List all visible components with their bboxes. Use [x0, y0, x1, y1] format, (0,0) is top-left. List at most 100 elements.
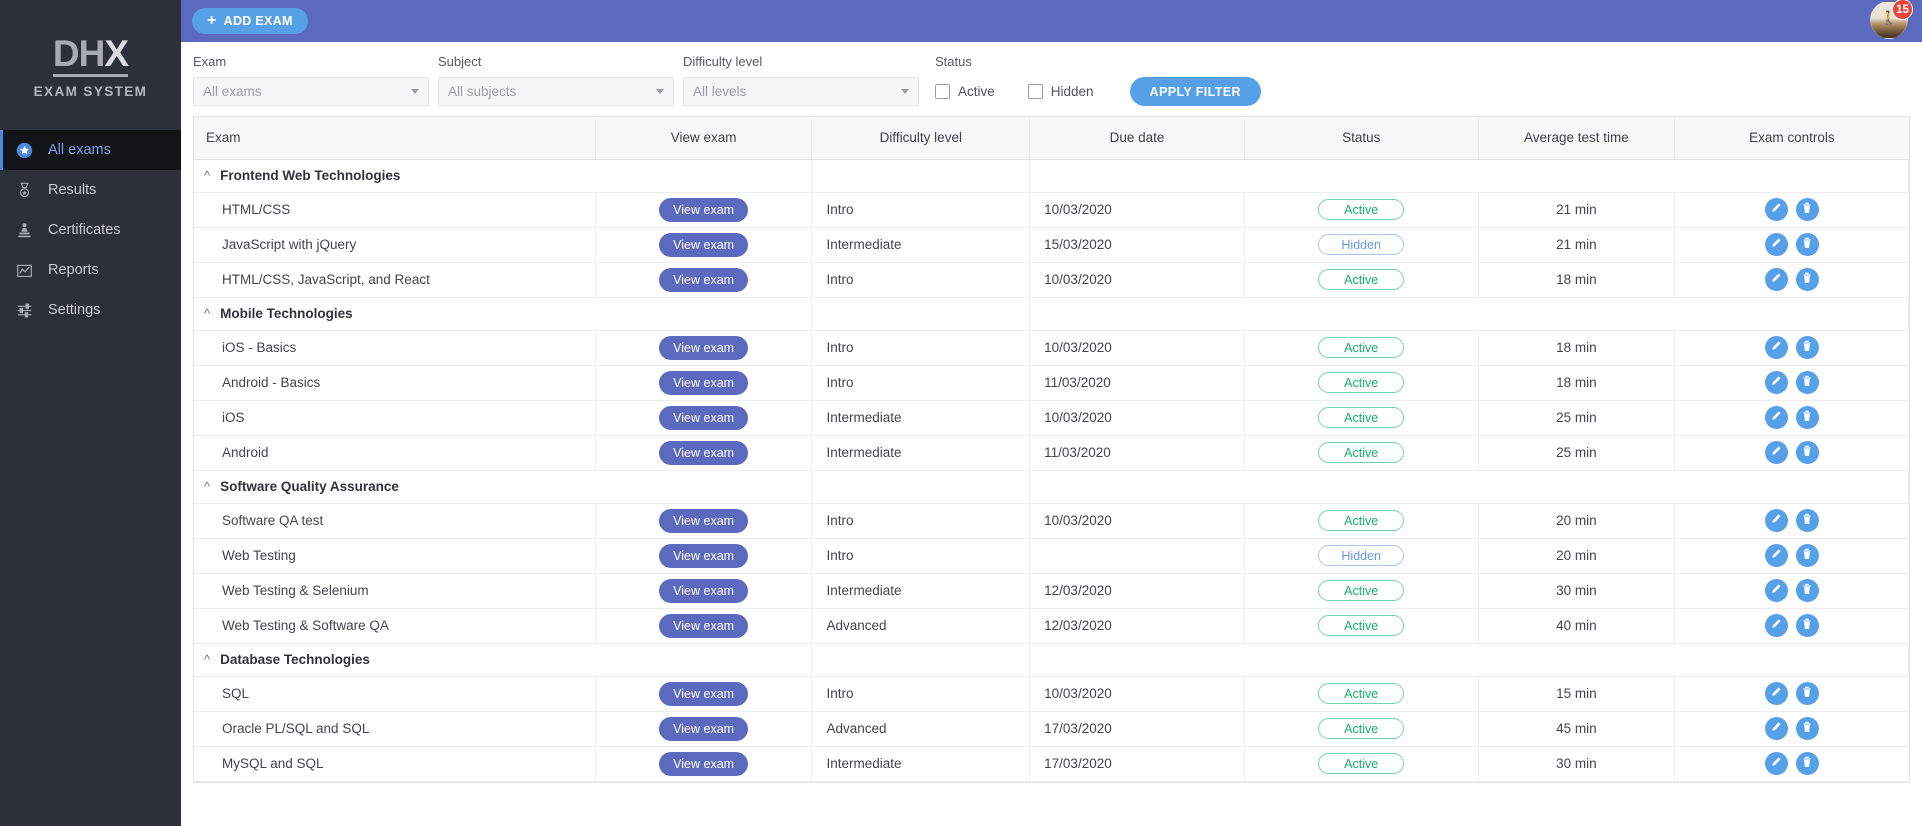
view-exam-button[interactable]: View exam	[659, 405, 749, 430]
group-header-cell[interactable]: ^ Mobile Technologies	[194, 297, 813, 331]
sidebar-item-all-exams[interactable]: All exams	[0, 130, 181, 170]
sidebar-item-reports[interactable]: Reports	[0, 250, 181, 290]
delete-exam-button[interactable]	[1795, 717, 1819, 740]
checkbox-icon[interactable]	[935, 84, 950, 99]
edit-exam-button[interactable]	[1764, 371, 1788, 394]
apply-filter-button[interactable]: APPLY FILTER	[1129, 77, 1261, 106]
column-header-status[interactable]: Status	[1244, 117, 1479, 160]
delete-exam-button[interactable]	[1795, 579, 1819, 602]
view-exam-button[interactable]: View exam	[659, 335, 749, 360]
table-row[interactable]: Android View exam Intermediate 11/03/2020 Ac…	[194, 435, 1909, 471]
table-row[interactable]: iOS View exam Intermediate 10/03/2020 Active…	[194, 400, 1909, 436]
edit-exam-button[interactable]	[1764, 544, 1788, 567]
group-header-row[interactable]: ^ Mobile Technologies	[194, 297, 1909, 331]
table-row[interactable]: SQL View exam Intro 10/03/2020 Active 15 min	[194, 676, 1909, 712]
delete-exam-button[interactable]	[1795, 406, 1819, 429]
view-exam-button[interactable]: View exam	[659, 543, 749, 568]
column-header-difficulty[interactable]: Difficulty level	[811, 117, 1031, 160]
edit-exam-button[interactable]	[1764, 752, 1788, 775]
group-header-cell[interactable]: ^ Database Technologies	[194, 643, 813, 677]
view-exam-button[interactable]: View exam	[659, 232, 749, 257]
delete-exam-button[interactable]	[1795, 752, 1819, 775]
edit-exam-button[interactable]	[1764, 233, 1788, 256]
table-row[interactable]: HTML/CSS View exam Intro 10/03/2020 Active 21…	[194, 192, 1909, 228]
chevron-up-icon[interactable]: ^	[204, 169, 210, 182]
cell-view-exam: View exam	[595, 330, 813, 366]
view-exam-button[interactable]: View exam	[659, 267, 749, 292]
subject-select[interactable]: All subjects	[438, 77, 674, 106]
table-row[interactable]: JavaScript with jQuery View exam Intermedi…	[194, 227, 1909, 263]
table-row[interactable]: Web Testing & Selenium View exam Intermedi…	[194, 573, 1909, 609]
notification-badge[interactable]: 15	[1892, 0, 1913, 20]
view-exam-button[interactable]: View exam	[659, 440, 749, 465]
delete-exam-button[interactable]	[1795, 198, 1819, 221]
view-exam-button[interactable]: View exam	[659, 508, 749, 533]
main-content: + ADD EXAM 🚶 15 Exam All exams Subject A…	[181, 0, 1922, 826]
edit-exam-button[interactable]	[1764, 441, 1788, 464]
cell-exam-controls	[1674, 503, 1909, 539]
column-header-view-exam[interactable]: View exam	[595, 117, 813, 160]
column-header-average-test-time[interactable]: Average test time	[1478, 117, 1676, 160]
add-exam-button[interactable]: + ADD EXAM	[192, 8, 308, 34]
delete-exam-button[interactable]	[1795, 682, 1819, 705]
edit-exam-button[interactable]	[1764, 406, 1788, 429]
table-row[interactable]: Oracle PL/SQL and SQL View exam Advanced 17…	[194, 711, 1909, 747]
group-header-cell[interactable]: ^ Frontend Web Technologies	[194, 159, 813, 193]
sidebar-item-settings[interactable]: Settings	[0, 290, 181, 330]
edit-exam-button[interactable]	[1764, 614, 1788, 637]
edit-exam-button[interactable]	[1764, 682, 1788, 705]
group-header-row[interactable]: ^ Frontend Web Technologies	[194, 159, 1909, 193]
edit-exam-button[interactable]	[1764, 336, 1788, 359]
view-exam-button[interactable]: View exam	[659, 370, 749, 395]
group-header-row[interactable]: ^ Database Technologies	[194, 643, 1909, 677]
delete-exam-button[interactable]	[1795, 544, 1819, 567]
sidebar-item-certificates[interactable]: Certificates	[0, 210, 181, 250]
view-exam-button[interactable]: View exam	[659, 681, 749, 706]
delete-exam-button[interactable]	[1795, 268, 1819, 291]
view-exam-button[interactable]: View exam	[659, 197, 749, 222]
group-header-row[interactable]: ^ Software Quality Assurance	[194, 470, 1909, 504]
table-row[interactable]: Web Testing & Software QA View exam Advanc…	[194, 608, 1909, 644]
chevron-down-icon	[901, 89, 909, 94]
difficulty-select[interactable]: All levels	[683, 77, 919, 106]
checkbox-icon[interactable]	[1027, 84, 1043, 99]
chevron-up-icon[interactable]: ^	[204, 653, 210, 666]
view-exam-button[interactable]: View exam	[659, 751, 749, 776]
sidebar-item-results[interactable]: Results	[0, 170, 181, 210]
delete-exam-button[interactable]	[1795, 371, 1819, 394]
edit-exam-button[interactable]	[1764, 509, 1788, 532]
view-exam-button[interactable]: View exam	[659, 578, 749, 603]
cell-average-test-time: 18 min	[1478, 330, 1676, 366]
delete-exam-button[interactable]	[1795, 336, 1819, 359]
chevron-up-icon[interactable]: ^	[204, 307, 210, 320]
column-header-due-date[interactable]: Due date	[1029, 117, 1245, 160]
table-row[interactable]: iOS - Basics View exam Intro 10/03/2020 Acti…	[194, 330, 1909, 366]
view-exam-button[interactable]: View exam	[659, 716, 749, 741]
avatar-wrapper[interactable]: 🚶 15	[1870, 0, 1913, 41]
edit-exam-button[interactable]	[1764, 198, 1788, 221]
exam-select[interactable]: All exams	[193, 77, 429, 106]
add-exam-label: ADD EXAM	[223, 14, 293, 28]
group-header-cell[interactable]: ^ Software Quality Assurance	[194, 470, 813, 504]
chevron-up-icon[interactable]: ^	[204, 480, 210, 493]
table-row[interactable]: Web Testing View exam Intro Hidden 20 min	[194, 538, 1909, 574]
delete-exam-button[interactable]	[1795, 233, 1819, 256]
column-header-exam[interactable]: Exam	[194, 117, 596, 160]
table-row[interactable]: MySQL and SQL View exam Intermediate 17/03/…	[194, 746, 1909, 782]
column-header-exam-controls[interactable]: Exam controls	[1674, 117, 1909, 160]
table-row[interactable]: Software QA test View exam Intro 10/03/2020…	[194, 503, 1909, 539]
cell-average-test-time: 20 min	[1478, 538, 1676, 574]
delete-exam-button[interactable]	[1795, 441, 1819, 464]
status-checkbox-hidden[interactable]: Hidden	[1027, 84, 1094, 99]
view-exam-button[interactable]: View exam	[659, 613, 749, 638]
group-title: Mobile Technologies	[220, 306, 353, 321]
delete-exam-button[interactable]	[1795, 509, 1819, 532]
table-row[interactable]: Android - Basics View exam Intro 11/03/2020…	[194, 365, 1909, 401]
cell-status: Active	[1244, 192, 1479, 228]
edit-exam-button[interactable]	[1764, 717, 1788, 740]
table-row[interactable]: HTML/CSS, JavaScript, and React View exam…	[194, 262, 1909, 298]
edit-exam-button[interactable]	[1764, 579, 1788, 602]
delete-exam-button[interactable]	[1795, 614, 1819, 637]
status-checkbox-active[interactable]: Active	[935, 84, 995, 99]
edit-exam-button[interactable]	[1764, 268, 1788, 291]
